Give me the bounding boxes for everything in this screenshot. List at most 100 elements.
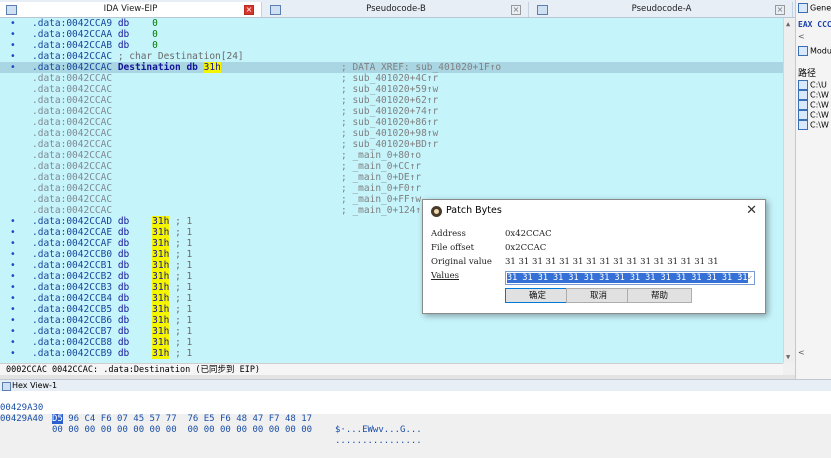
disasm-row[interactable]: • .data:0042CCB9 db 31h ; 1 — [0, 348, 783, 359]
hex-row[interactable]: 00429A30 D5 96 C4 F6 07 45 57 77 76 E5 F… — [0, 392, 422, 435]
disasm-row[interactable]: .data:0042CCAC ; _main_0+DE↑r — [0, 172, 783, 183]
disasm-value[interactable]: 0 — [152, 18, 158, 29]
module-path-item[interactable]: C:\W — [798, 100, 829, 110]
disasm-value[interactable]: 31h — [152, 315, 170, 326]
breakpoint-dot-icon[interactable]: • — [10, 29, 16, 40]
disasm-row[interactable]: • .data:0042CCAA db 0 — [0, 29, 783, 40]
tab-pseudocode-a[interactable]: Pseudocode-A × — [531, 2, 793, 17]
disasm-row[interactable]: .data:0042CCAC ; sub_401020+59↑w — [0, 84, 783, 95]
disasm-row[interactable]: .data:0042CCAC ; sub_401020+86↑r — [0, 117, 783, 128]
general-registers-header[interactable]: Gener — [798, 3, 831, 13]
xref-comment[interactable]: ; _main_0+124↑r — [341, 205, 427, 216]
disasm-row[interactable]: .data:0042CCAC ; _main_0+F0↑r — [0, 183, 783, 194]
disasm-value[interactable]: 31h — [152, 249, 170, 260]
tab-pseudocode-b[interactable]: Pseudocode-B × — [264, 2, 529, 17]
disasm-row[interactable]: .data:0042CCAC ; _main_0+80↑o — [0, 150, 783, 161]
xref-comment[interactable]: ; _main_0+DE↑r — [341, 172, 421, 183]
scroll-left-icon[interactable]: < — [798, 348, 805, 357]
breakpoint-dot-icon[interactable]: • — [10, 62, 16, 73]
disasm-row[interactable]: • .data:0042CCA9 db 0 — [0, 18, 783, 29]
breakpoint-dot-icon[interactable]: • — [10, 249, 16, 260]
breakpoint-dot-icon[interactable]: • — [10, 348, 16, 359]
disasm-value[interactable]: 31h — [152, 238, 170, 249]
disasm-value[interactable]: 31h — [152, 227, 170, 238]
values-selected-text[interactable]: 31 31 31 31 31 31 31 31 31 31 31 31 31 3… — [507, 273, 748, 283]
disasm-row[interactable]: .data:0042CCAC ; sub_401020+74↑r — [0, 106, 783, 117]
vertical-scrollbar[interactable]: ▲ ▼ — [783, 18, 795, 363]
breakpoint-dot-icon[interactable]: • — [10, 326, 16, 337]
breakpoint-dot-icon[interactable]: • — [10, 337, 16, 348]
hex-view[interactable]: 00429A30 D5 96 C4 F6 07 45 57 77 76 E5 F… — [0, 391, 831, 446]
disasm-value[interactable]: 0 — [152, 29, 158, 40]
disasm-row[interactable]: • .data:0042CCAC ; char Destination[24] — [0, 51, 783, 62]
disasm-row[interactable]: .data:0042CCAC ; sub_401020+4C↑r — [0, 73, 783, 84]
xref-comment[interactable]: ; sub_401020+BD↑r — [341, 139, 438, 150]
breakpoint-dot-icon[interactable]: • — [10, 51, 16, 62]
values-input[interactable]: 31 31 31 31 31 31 31 31 31 31 31 31 31 3… — [505, 271, 755, 285]
close-icon[interactable]: × — [775, 5, 785, 15]
hex-cursor-byte[interactable]: D5 — [52, 414, 63, 424]
breakpoint-dot-icon[interactable]: • — [10, 40, 16, 51]
disasm-row[interactable]: .data:0042CCAC ; sub_401020+98↑w — [0, 128, 783, 139]
xref-comment[interactable]: ; _main_0+80↑o — [341, 150, 421, 161]
hex-bytes[interactable]: D5 96 C4 F6 07 45 57 77 76 E5 F6 48 47 F… — [52, 414, 312, 425]
module-path-item[interactable]: C:\W — [798, 90, 829, 100]
disasm-value[interactable]: 31h — [152, 348, 170, 359]
disasm-value[interactable]: 31h — [152, 293, 170, 304]
module-path-item[interactable]: C:\U — [798, 80, 827, 90]
xref-comment[interactable]: ; sub_401020+86↑r — [341, 117, 438, 128]
breakpoint-dot-icon[interactable]: • — [10, 227, 16, 238]
disasm-row[interactable]: .data:0042CCAC ; _main_0+CC↑r — [0, 161, 783, 172]
breakpoint-dot-icon[interactable]: • — [10, 304, 16, 315]
xref-comment[interactable]: ; sub_401020+4C↑r — [341, 73, 438, 84]
hex-bytes[interactable]: 00 00 00 00 00 00 00 00 00 00 00 00 00 0… — [52, 425, 312, 436]
disasm-row[interactable]: • .data:0042CCB8 db 31h ; 1 — [0, 337, 783, 348]
scroll-down-icon[interactable]: ▼ — [786, 353, 790, 361]
chevron-down-icon[interactable]: ⌵ — [746, 272, 752, 282]
register-eax[interactable]: EAX CCC — [798, 20, 831, 29]
breakpoint-dot-icon[interactable]: • — [10, 271, 16, 282]
breakpoint-dot-icon[interactable]: • — [10, 282, 16, 293]
xref-comment[interactable]: ; _main_0+FF↑w — [341, 194, 421, 205]
disasm-row[interactable]: • .data:0042CCB6 db 31h ; 1 — [0, 315, 783, 326]
dialog-title-bar[interactable]: Patch Bytes ✕ — [423, 200, 765, 224]
module-path-item[interactable]: C:\W — [798, 120, 829, 130]
close-icon[interactable]: × — [244, 5, 254, 15]
xref-comment[interactable]: ; sub_401020+59↑w — [341, 84, 438, 95]
disasm-row[interactable]: • .data:0042CCAC Destination db 31h ; DATA… — [0, 62, 783, 73]
scroll-up-icon[interactable]: ▲ — [786, 20, 790, 28]
breakpoint-dot-icon[interactable]: • — [10, 238, 16, 249]
module-path-item[interactable]: C:\W — [798, 110, 829, 120]
close-icon[interactable]: ✕ — [746, 203, 757, 219]
xref-comment[interactable]: ; sub_401020+98↑w — [341, 128, 438, 139]
disasm-value[interactable]: 31h — [152, 282, 170, 293]
hex-row[interactable]: 00429A40 00 00 00 00 00 00 00 00 00 00 0… — [0, 403, 422, 446]
disasm-value[interactable]: 31h — [203, 62, 221, 73]
close-icon[interactable]: × — [511, 5, 521, 15]
breakpoint-dot-icon[interactable]: • — [10, 260, 16, 271]
disasm-value[interactable]: 31h — [152, 326, 170, 337]
cancel-button[interactable]: 取消 — [566, 288, 631, 303]
xref-comment[interactable]: ; sub_401020+74↑r — [341, 106, 438, 117]
disasm-row[interactable]: • .data:0042CCB7 db 31h ; 1 — [0, 326, 783, 337]
disasm-value[interactable]: 31h — [152, 216, 170, 227]
disasm-value[interactable]: 0 — [152, 40, 158, 51]
disasm-value[interactable]: 31h — [152, 271, 170, 282]
breakpoint-dot-icon[interactable]: • — [10, 18, 16, 29]
disasm-value[interactable]: 31h — [152, 304, 170, 315]
xref-comment[interactable]: ; _main_0+F0↑r — [341, 183, 421, 194]
disasm-value[interactable]: 31h — [152, 337, 170, 348]
modules-header[interactable]: Modul — [798, 46, 831, 56]
breakpoint-dot-icon[interactable]: • — [10, 216, 16, 227]
tab-ida-view[interactable]: IDA View-EIP × — [0, 2, 262, 17]
xref-comment[interactable]: ; _main_0+CC↑r — [341, 161, 421, 172]
disasm-row[interactable]: .data:0042CCAC ; sub_401020+BD↑r — [0, 139, 783, 150]
xref-comment[interactable]: ; DATA XREF: sub_401020+1F↑o — [341, 62, 501, 73]
breakpoint-dot-icon[interactable]: • — [10, 293, 16, 304]
scroll-left-icon[interactable]: < — [798, 32, 805, 41]
disasm-value[interactable]: 31h — [152, 260, 170, 271]
disasm-row[interactable]: .data:0042CCAC ; sub_401020+62↑r — [0, 95, 783, 106]
xref-comment[interactable]: ; sub_401020+62↑r — [341, 95, 438, 106]
disasm-row[interactable]: • .data:0042CCAB db 0 — [0, 40, 783, 51]
ok-button[interactable]: 确定 — [505, 288, 570, 303]
